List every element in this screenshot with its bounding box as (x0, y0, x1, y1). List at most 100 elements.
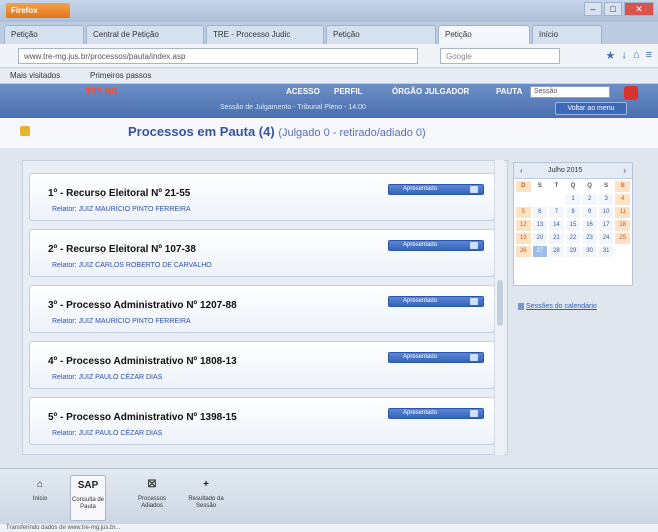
calendar-day[interactable]: 29 (565, 246, 581, 257)
calendar-empty-cell (615, 246, 630, 257)
calendar-day[interactable]: 19 (516, 233, 531, 244)
calendar-day[interactable]: 12 (516, 220, 531, 231)
calendar-day[interactable]: 10 (598, 207, 614, 218)
maximize-icon[interactable]: □ (604, 2, 622, 16)
tab-peticao-active[interactable]: Petição (438, 25, 530, 44)
calendar-day[interactable]: 4 (615, 194, 630, 205)
case-title: 1º - Recurso Eleitoral Nº 21-55 (48, 188, 191, 199)
firefox-menu-button[interactable]: Firefox (6, 3, 70, 18)
app-logo: TRE-MG (86, 87, 118, 96)
toolbar-label: Resultado da Sessão (188, 496, 224, 509)
options-icon (470, 242, 478, 249)
app-header: TRE-MG ACESSO PERFIL ÓRGÃO JULGADOR PAUT… (0, 84, 658, 118)
tab-inicio[interactable]: Início (532, 25, 602, 44)
calendar-day[interactable]: 7 (549, 207, 564, 218)
page-subtitle: (Julgado 0 - retirado/adiado 0) (278, 127, 426, 139)
calendar-day[interactable]: 21 (549, 233, 564, 244)
calendar-day[interactable]: 22 (565, 233, 581, 244)
tab-peticao-2[interactable]: Petição (326, 25, 436, 44)
minimize-icon[interactable]: – (584, 2, 602, 16)
case-relator: Relator: JUIZ MAURÍCIO PINTO FERREIRA (52, 318, 191, 325)
calendar-day[interactable]: 16 (582, 220, 597, 231)
calendar-day[interactable]: 24 (598, 233, 614, 244)
exit-icon[interactable] (624, 86, 638, 100)
calendar-day[interactable]: 6 (532, 207, 548, 218)
case-status-button[interactable]: Apresentado (388, 240, 484, 251)
page-heading: Processos em Pauta (4) (Julgado 0 - reti… (0, 118, 658, 148)
bookmark-getting-started[interactable]: Primeiros passos (90, 71, 151, 80)
calendar-day[interactable]: 30 (582, 246, 597, 257)
calendar-day[interactable]: 14 (549, 220, 564, 231)
case-status-button[interactable]: Apresentado (388, 184, 484, 195)
calendar-day[interactable]: 17 (598, 220, 614, 231)
back-to-menu-button[interactable]: Voltar ao menu (555, 102, 627, 115)
calendar-day[interactable]: 18 (615, 220, 630, 231)
calendar-day[interactable]: 9 (582, 207, 597, 218)
scrollbar-thumb[interactable] (497, 280, 503, 326)
calendar-day[interactable]: 20 (532, 233, 548, 244)
case-status-button[interactable]: Apresentado (388, 352, 484, 363)
case-card[interactable]: 5º - Processo Administrativo Nº 1398-15 … (29, 397, 495, 445)
close-icon[interactable]: ✕ (624, 2, 654, 16)
case-card[interactable]: 4º - Processo Administrativo Nº 1808-13 … (29, 341, 495, 389)
case-title: 2º - Recurso Eleitoral Nº 107-38 (48, 244, 196, 255)
case-relator: Relator: JUIZ CARLOS ROBERTO DE CARVALHO (52, 262, 212, 269)
case-card[interactable]: 1º - Recurso Eleitoral Nº 21-55 Relator:… (29, 173, 495, 221)
calendar-month: Julho 2015 (548, 167, 583, 174)
tab-processo-judicial[interactable]: TRE - Processo Judic (206, 25, 324, 44)
calendar-day[interactable]: 23 (582, 233, 597, 244)
calendar-day[interactable]: 5 (516, 207, 531, 218)
options-icon (470, 410, 478, 417)
calendar-day[interactable]: 31 (598, 246, 614, 257)
calendar-day-header: Q (565, 181, 581, 192)
calendar-day[interactable]: 2 (582, 194, 597, 205)
calendar-day[interactable]: 11 (615, 207, 630, 218)
menu-icon[interactable]: ≡ (646, 49, 652, 62)
home-icon[interactable]: ⌂ (633, 49, 640, 62)
calendar-day[interactable]: 15 (565, 220, 581, 231)
tab-bar: Petição Central de Petição TRE - Process… (0, 22, 658, 44)
list-scrollbar[interactable] (494, 160, 504, 455)
calendar-day[interactable]: 26 (516, 246, 531, 257)
home-icon: ⌂ (36, 479, 44, 490)
calendar-day-header: S (532, 181, 548, 192)
sap-icon: SAP (77, 480, 99, 491)
bookmark-most-visited[interactable]: Mais visitados (10, 71, 60, 80)
toolbar-resultado-button[interactable]: + Resultado da Sessão (188, 475, 224, 521)
case-card[interactable]: 3º - Processo Administrativo Nº 1207-88 … (29, 285, 495, 333)
lock-icon[interactable] (20, 126, 30, 136)
case-status-button[interactable]: Apresentado (388, 296, 484, 307)
case-status-label: Apresentado (403, 410, 438, 416)
toolbar-pauta-button[interactable]: SAP Consulta de Pauta (70, 475, 106, 521)
header-field-perfil: PERFIL (334, 87, 363, 96)
search-input[interactable]: Google (440, 48, 560, 64)
calendar-day[interactable]: 13 (532, 220, 548, 231)
toolbar-adiados-button[interactable]: ☒ Processos Adiados (134, 475, 170, 521)
calendar-grid: D S T Q Q S S 1 2 3 4 5 6 7 8 9 10 11 12 13 14 15 16 17 18 19 20 21… (516, 181, 630, 257)
calendar-day[interactable]: 8 (565, 207, 581, 218)
window-controls: – □ ✕ (584, 2, 654, 16)
calendar-day-header: S (615, 181, 630, 192)
calendar-day[interactable]: 28 (549, 246, 564, 257)
calendar-day[interactable]: 3 (598, 194, 614, 205)
case-title: 3º - Processo Administrativo Nº 1207-88 (48, 300, 237, 311)
calendar-day[interactable]: 27 (532, 246, 548, 257)
prev-month-icon[interactable]: ‹ (520, 166, 523, 175)
calendar-day[interactable]: 1 (565, 194, 581, 205)
next-month-icon[interactable]: › (623, 166, 626, 175)
calendar-day[interactable]: 25 (615, 233, 630, 244)
download-icon[interactable]: ↓ (621, 49, 627, 62)
options-icon (470, 354, 478, 361)
calendar-sessions-link[interactable]: Sessões do calendário (526, 303, 597, 310)
session-select[interactable]: Sessão (530, 86, 610, 98)
toolbar-label: Processos Adiados (137, 496, 166, 509)
tab-peticao-1[interactable]: Petição (4, 25, 84, 44)
bookmark-star-icon[interactable]: ★ (606, 49, 616, 62)
calendar-day-header: T (549, 181, 564, 192)
case-status-button[interactable]: Apresentado (388, 408, 484, 419)
case-card[interactable]: 2º - Recurso Eleitoral Nº 107-38 Relator… (29, 229, 495, 277)
url-bar[interactable]: www.tre-mg.jus.br/processos/pauta/index.… (18, 48, 418, 64)
tab-central-peticao[interactable]: Central de Petição (86, 25, 204, 44)
toolbar-home-button[interactable]: ⌂ Início (22, 475, 58, 521)
case-status-label: Apresentado (403, 242, 438, 248)
